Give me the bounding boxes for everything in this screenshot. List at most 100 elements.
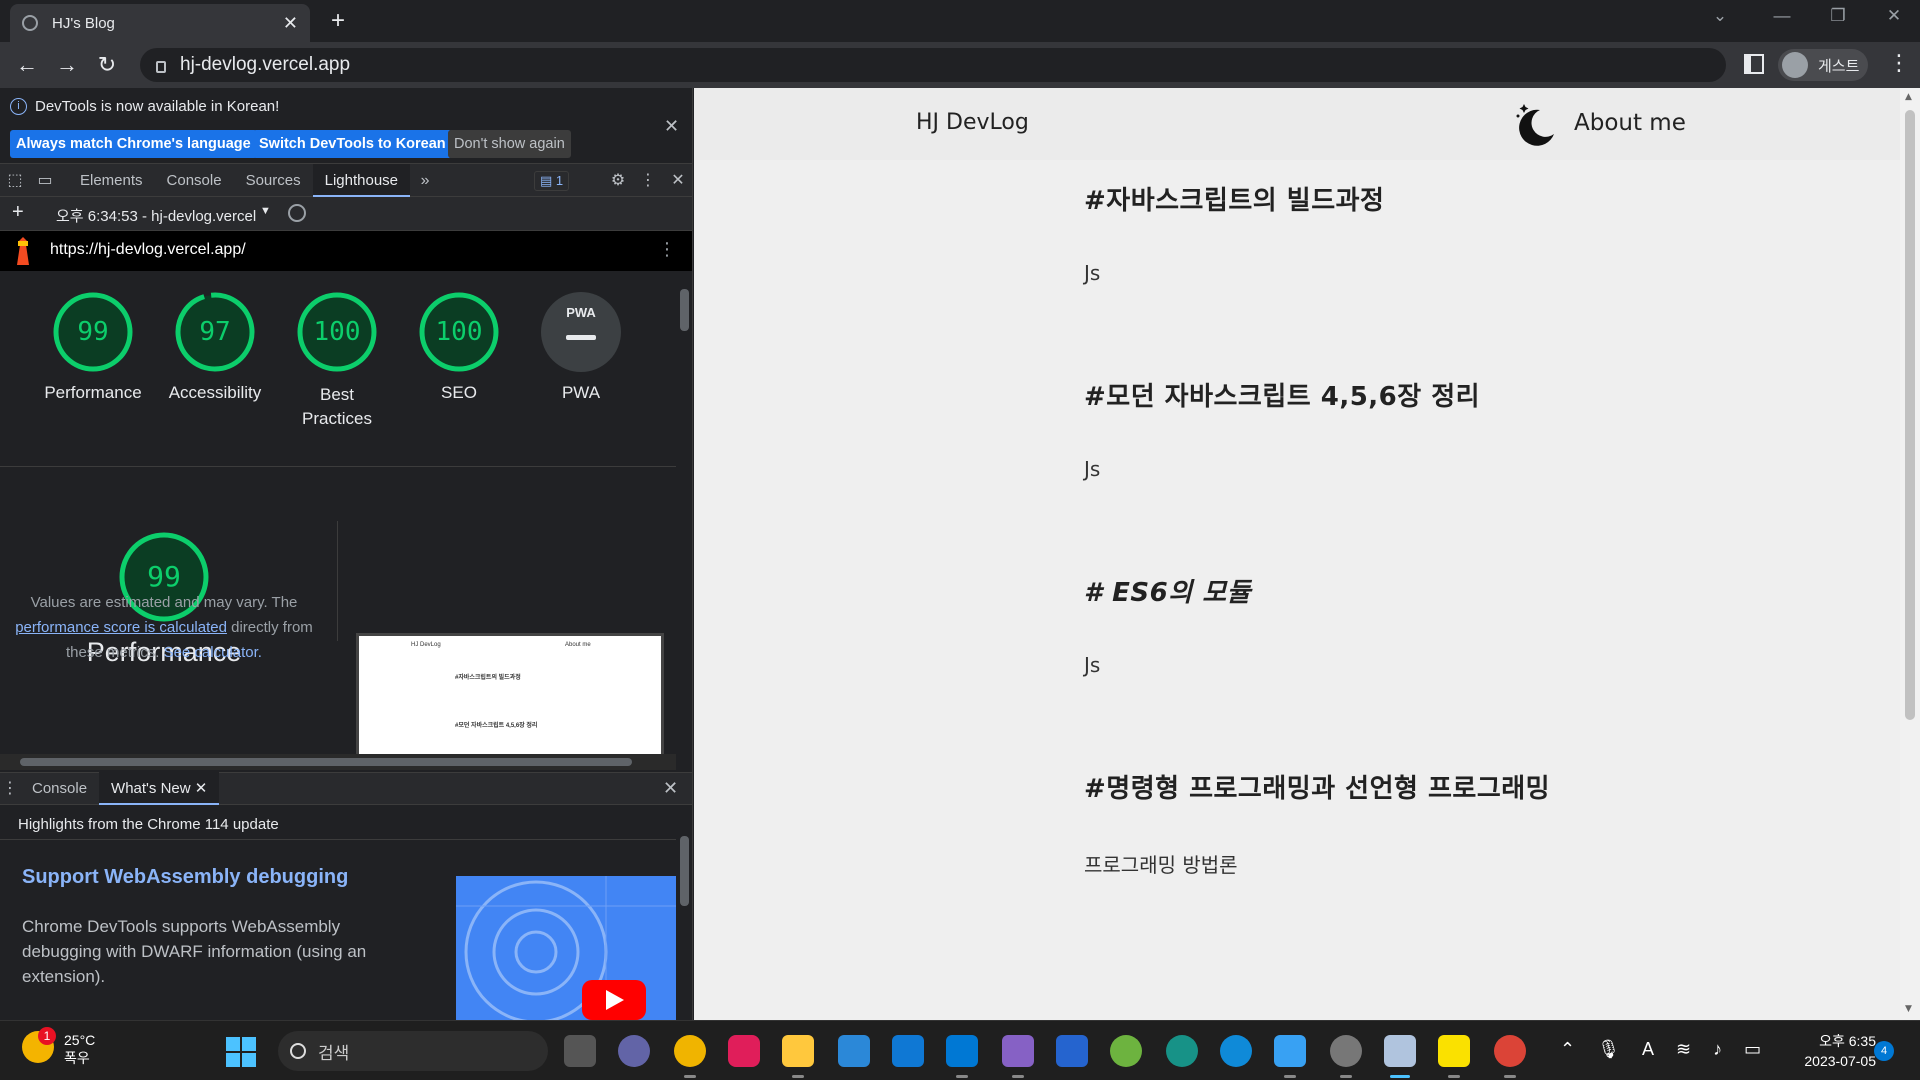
dropdown-caret-icon[interactable]: ▼ (260, 205, 271, 217)
close-tab-icon[interactable]: ✕ (283, 13, 298, 34)
close-infobar-icon[interactable]: ✕ (664, 116, 679, 137)
add-report-icon[interactable]: + (12, 201, 24, 224)
slack-icon[interactable] (728, 1035, 760, 1067)
todo-icon[interactable] (1056, 1035, 1088, 1067)
post-title[interactable]: #명령형 프로그래밍과 선언형 프로그래밍 (1084, 768, 1784, 805)
horizontal-scrollbar[interactable] (0, 754, 676, 770)
notification-badge[interactable]: 4 (1874, 1041, 1894, 1061)
task-view-icon[interactable] (564, 1035, 596, 1067)
tab-sources[interactable]: Sources (234, 164, 313, 197)
score-gauge-accessibility[interactable]: 97 Accessibility (160, 291, 270, 403)
ime-icon[interactable]: A (1642, 1039, 1654, 1060)
vscode-icon[interactable] (946, 1035, 978, 1078)
devtools-menu-icon[interactable]: ⋮ (633, 164, 663, 197)
taskbar-search[interactable]: 검색 (278, 1031, 548, 1071)
site-brand[interactable]: HJ DevLog (916, 110, 1029, 135)
score-gauge-best-practices[interactable]: 100 Best Practices (282, 291, 392, 431)
report-selector[interactable]: 오후 6:34:53 - hj-devlog.vercel (56, 205, 256, 226)
clear-icon[interactable] (288, 204, 306, 222)
gitkraken-icon[interactable] (1166, 1035, 1198, 1067)
whats-new-scrollbar[interactable] (676, 806, 692, 1020)
drawer-tab-console[interactable]: Console (20, 772, 99, 805)
new-tab-button[interactable]: + (322, 6, 354, 38)
snipping-tool-icon[interactable] (1384, 1035, 1416, 1078)
blog-page: HJ DevLog About me #자바스크립트의 빌드과정 Js #모던 … (694, 88, 1920, 1020)
notepad-icon[interactable] (1274, 1035, 1306, 1078)
wifi-icon[interactable]: ≋ (1676, 1039, 1691, 1060)
about-me-link[interactable]: About me (1574, 110, 1686, 136)
forward-icon[interactable]: → (52, 50, 82, 80)
device-toolbar-icon[interactable]: ▭ (30, 164, 60, 197)
see-calculator-link[interactable]: See calculator. (164, 644, 262, 661)
clock[interactable]: 오후 6:35 2023-07-05 (1786, 1031, 1876, 1071)
reload-icon[interactable]: ↻ (92, 50, 122, 80)
post-title[interactable]: #자바스크립트의 빌드과정 (1084, 180, 1784, 217)
microphone-icon[interactable]: 🎙 (1597, 1039, 1620, 1060)
minimize-button[interactable]: — (1762, 6, 1802, 26)
close-window-button[interactable]: ✕ (1874, 6, 1914, 26)
lighthouse-logo-icon (17, 237, 29, 265)
match-language-button[interactable]: Always match Chrome's language (10, 130, 257, 158)
restore-button[interactable]: ❐ (1818, 6, 1858, 26)
score-gauge-performance[interactable]: 99 Performance (38, 291, 148, 403)
browser-tab[interactable]: HJ's Blog ✕ (10, 4, 310, 42)
post-tag: Js (1084, 653, 1101, 677)
drawer-menu-icon[interactable]: ⋮ (0, 772, 20, 805)
page-screenshot-thumbnail[interactable]: HJ DevLog About me #자바스크립트의 빌드과정 #모던 자바스… (356, 633, 664, 754)
score-gauge-seo[interactable]: 100 SEO (404, 291, 514, 403)
mail-icon[interactable] (892, 1035, 924, 1067)
close-drawer-icon[interactable]: ✕ (663, 778, 678, 799)
report-scrollbar[interactable] (676, 271, 692, 754)
tab-console[interactable]: Console (155, 164, 234, 197)
dont-show-button[interactable]: Don't show again (448, 130, 571, 158)
chrome-canary-icon[interactable] (674, 1035, 706, 1078)
tab-search-icon[interactable]: ⌄ (1700, 6, 1740, 26)
windows-start-icon[interactable] (226, 1037, 256, 1067)
gauge-score: 100 (435, 317, 483, 347)
battery-icon[interactable]: ▭ (1744, 1039, 1761, 1060)
drawer-tab-whats-new[interactable]: What's New ✕ (99, 772, 220, 805)
post-item[interactable]: # ES6의 모듈 Js (1084, 572, 1784, 677)
close-devtools-icon[interactable]: ✕ (663, 164, 692, 197)
feature-title[interactable]: Support WebAssembly debugging (22, 866, 348, 889)
post-item[interactable]: #모던 자바스크립트 4,5,6장 정리 Js (1084, 376, 1784, 481)
chevron-up-icon[interactable]: ⌃ (1560, 1039, 1575, 1060)
system-tray: ⌃ 🎙 A ≋ ♪ ▭ (1560, 1039, 1761, 1060)
settings-gear-icon[interactable]: ⚙ (603, 164, 633, 197)
inspect-element-icon[interactable]: ⬚ (0, 164, 30, 197)
profile-button[interactable]: 게스트 (1778, 49, 1868, 81)
score-calc-link[interactable]: performance score is calculated (15, 619, 227, 636)
post-title[interactable]: # ES6의 모듈 (1084, 572, 1784, 609)
file-explorer-icon[interactable] (782, 1035, 814, 1078)
desc-text-3: these metrics. (66, 644, 160, 661)
kakaotalk-icon[interactable] (1438, 1035, 1470, 1078)
dark-mode-moon-icon[interactable] (1510, 100, 1558, 148)
address-bar[interactable]: hj-devlog.vercel.app (140, 48, 1726, 82)
score-gauge-pwa[interactable]: PWA PWA (526, 291, 636, 403)
close-drawer-tab-icon[interactable]: ✕ (195, 780, 208, 797)
visual-studio-icon[interactable] (1002, 1035, 1034, 1078)
kebab-menu-icon[interactable]: ⋮ (1888, 50, 1910, 76)
settings-icon[interactable] (1330, 1035, 1362, 1078)
tab-lighthouse[interactable]: Lighthouse (312, 163, 411, 197)
video-thumbnail[interactable] (456, 876, 676, 1020)
teams-icon[interactable] (618, 1035, 650, 1067)
tab-elements[interactable]: Elements (68, 164, 155, 197)
weather-widget[interactable]: 1 25°C 폭우 (22, 1027, 95, 1067)
more-tabs-icon[interactable]: » (410, 164, 440, 197)
spring-icon[interactable] (1110, 1035, 1142, 1067)
back-icon[interactable]: ← (12, 50, 42, 80)
side-panel-icon[interactable] (1744, 54, 1764, 74)
chrome-icon[interactable] (1494, 1035, 1526, 1078)
post-item[interactable]: #명령형 프로그래밍과 선언형 프로그래밍 프로그래밍 방법론 (1084, 768, 1784, 878)
report-menu-icon[interactable]: ⋮ (658, 239, 676, 260)
pwa-badge-text: PWA (566, 305, 596, 320)
issues-badge[interactable]: ▤ 1 (534, 171, 570, 191)
switch-language-button[interactable]: Switch DevTools to Korean (253, 130, 452, 158)
page-scrollbar[interactable]: ▲ ▼ (1900, 88, 1920, 1020)
microsoft-store-icon[interactable] (838, 1035, 870, 1067)
post-title[interactable]: #모던 자바스크립트 4,5,6장 정리 (1084, 376, 1784, 413)
edge-icon[interactable] (1220, 1035, 1252, 1067)
volume-icon[interactable]: ♪ (1713, 1039, 1722, 1060)
post-item[interactable]: #자바스크립트의 빌드과정 Js (1084, 180, 1784, 285)
